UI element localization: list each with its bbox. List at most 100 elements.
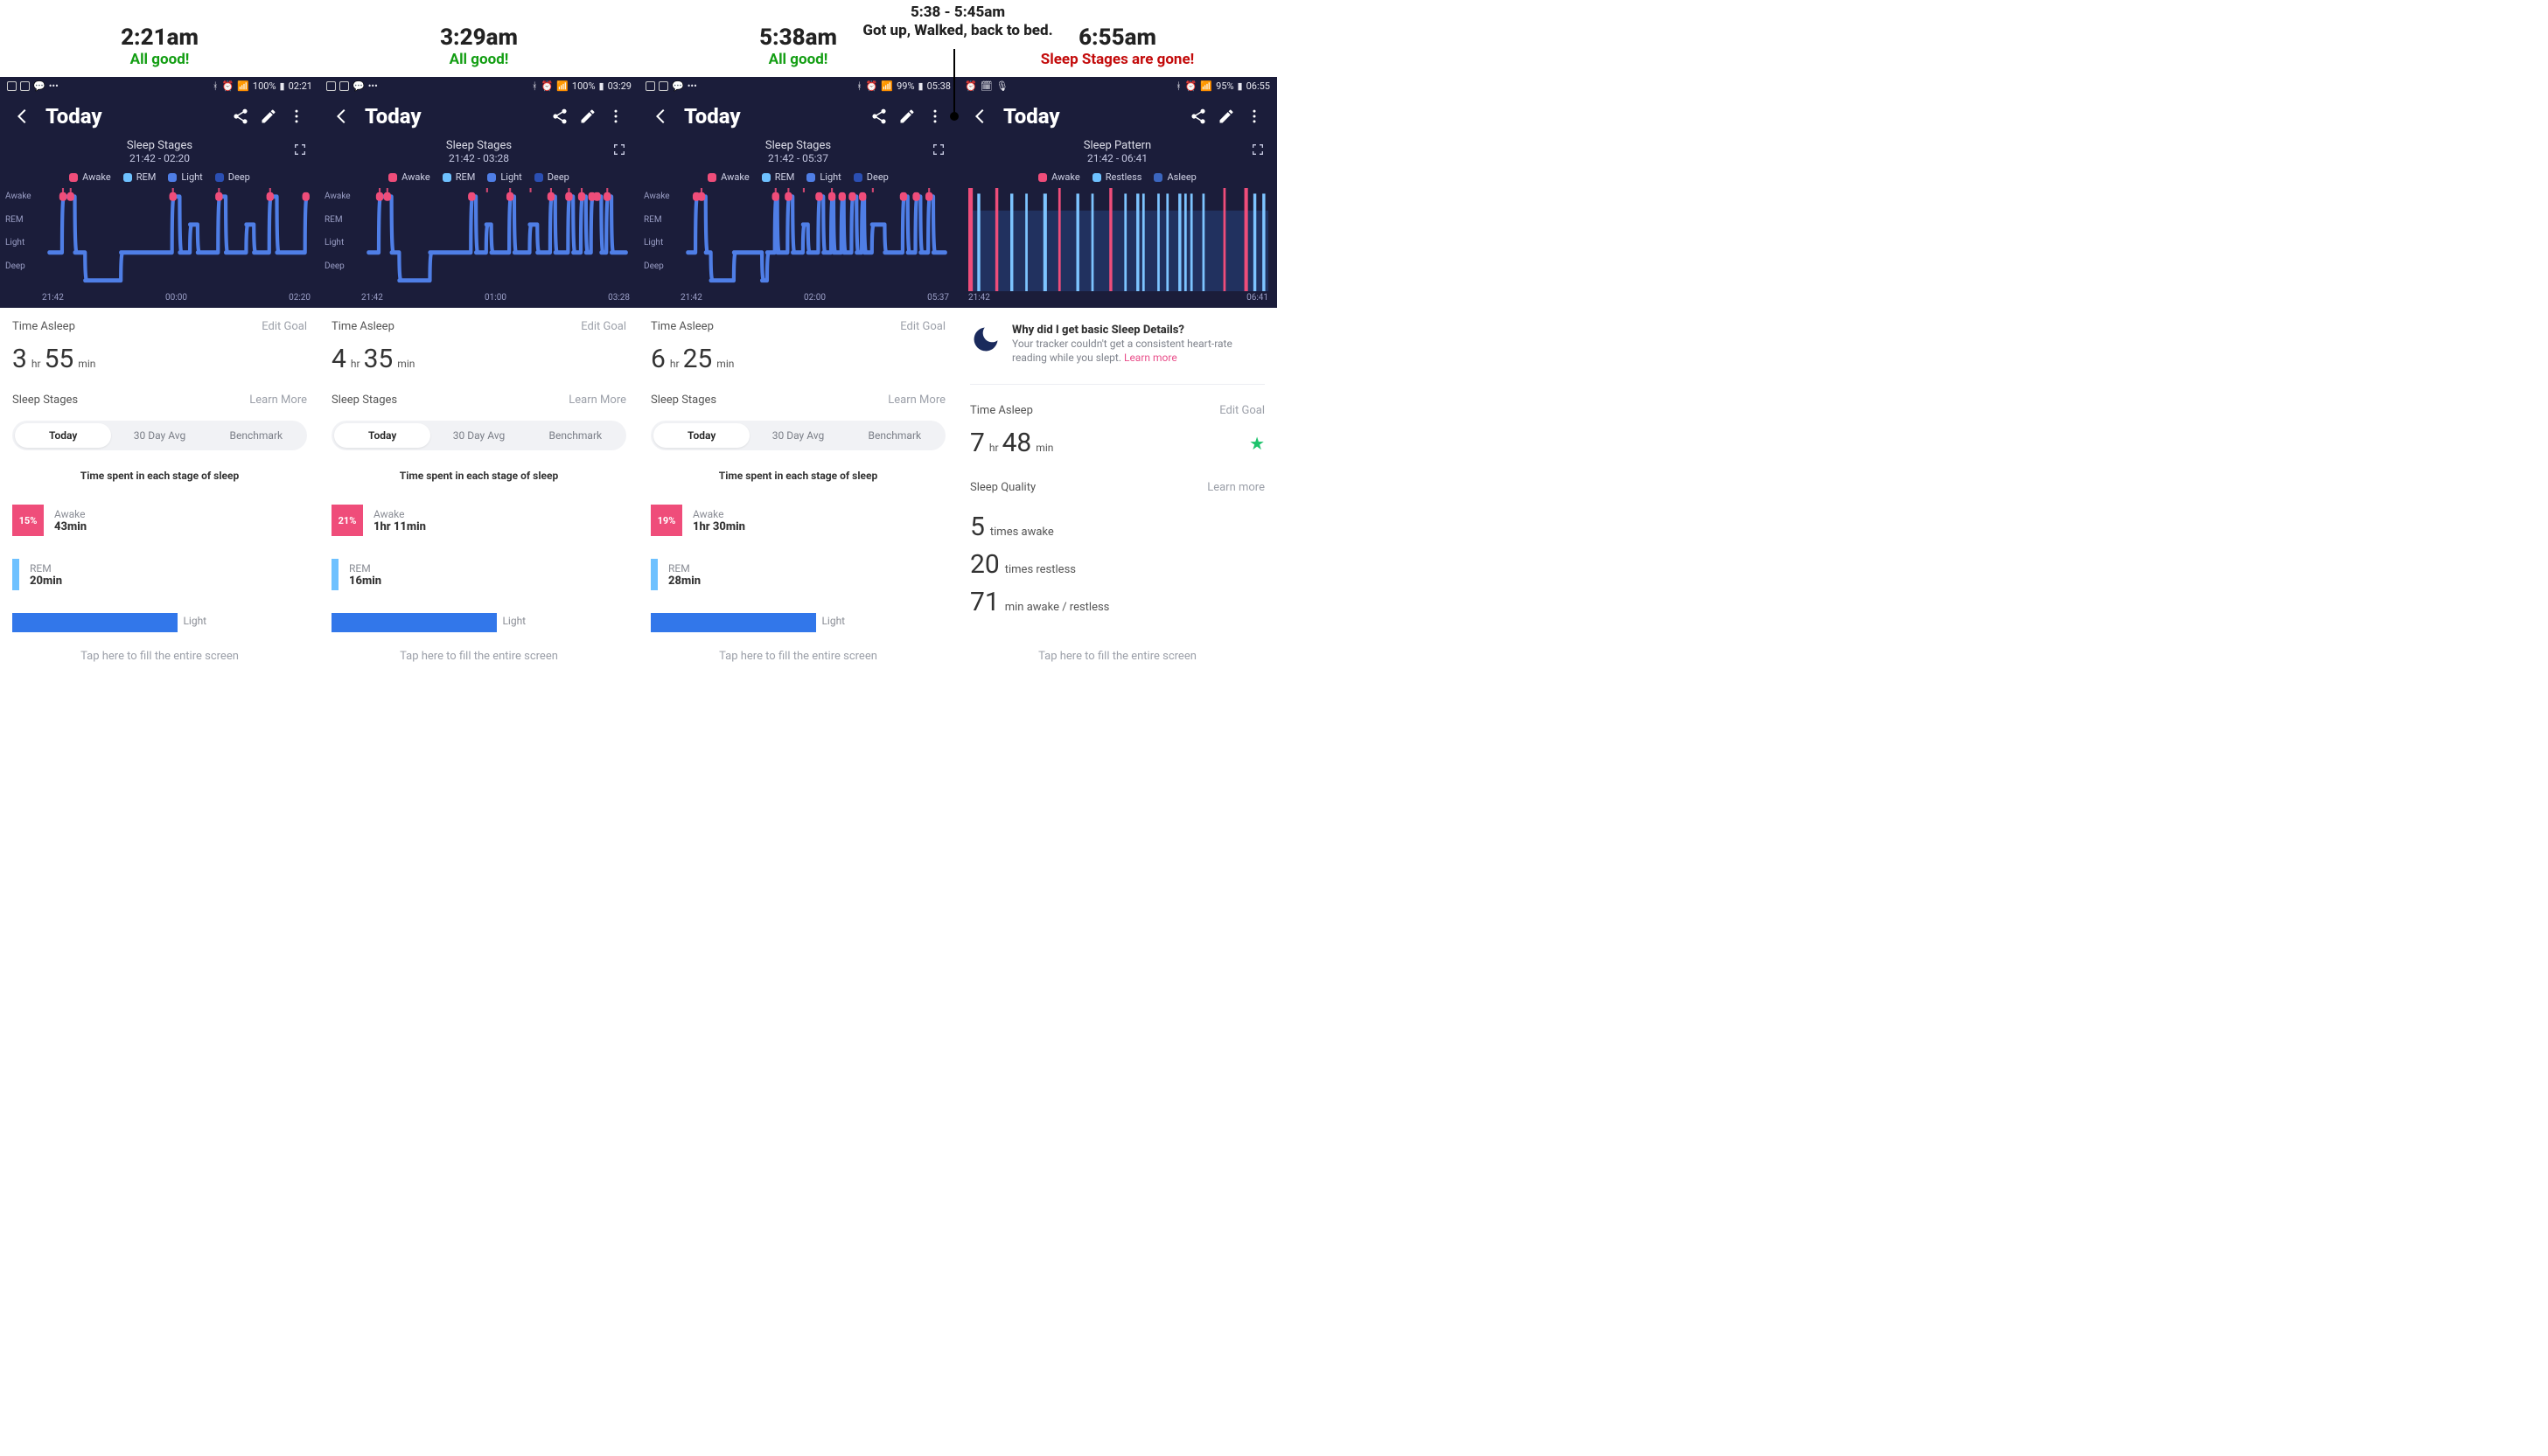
caption-status: Sleep Stages are gone! <box>963 51 1272 68</box>
fill-screen-hint[interactable]: Tap here to fill the entire screen <box>319 644 639 672</box>
overflow-menu-button[interactable] <box>1240 102 1268 130</box>
moon-icon <box>970 324 1002 355</box>
learn-more-link[interactable]: Learn More <box>569 394 626 407</box>
app-bar: Today <box>958 95 1277 136</box>
legend-label: Awake <box>82 171 111 183</box>
time-asleep-value: 7hr 48min <box>970 428 1053 458</box>
phone-screenshot: 💬••• ᚼ ⏰ 📶 100% ▮ 03:29 Today Sleep Stag… <box>319 77 639 672</box>
segment-benchmark[interactable]: Benchmark <box>527 423 624 448</box>
share-button[interactable] <box>865 102 893 130</box>
expand-chart-button[interactable] <box>932 143 946 157</box>
back-button[interactable] <box>647 102 675 130</box>
sleep-stages-label: Sleep Stages <box>651 394 716 407</box>
alarm-icon: ⏰ <box>866 80 878 92</box>
legend-item: Restless <box>1092 171 1142 183</box>
segment-benchmark[interactable]: Benchmark <box>847 423 943 448</box>
sleep-chart[interactable]: AwakeREMLightDeep <box>644 188 953 291</box>
back-button[interactable] <box>9 102 37 130</box>
learn-more-link[interactable]: Learn more <box>1207 481 1265 494</box>
stage-name: Awake <box>693 508 745 520</box>
learn-more-link[interactable]: Learn More <box>888 394 946 407</box>
legend-item: Asleep <box>1154 171 1196 183</box>
quality-minutes: 71min awake / restless <box>970 587 1265 617</box>
chart-title: Sleep Stages <box>0 139 319 152</box>
expand-chart-button[interactable] <box>612 143 626 157</box>
legend-item: REM <box>123 171 157 183</box>
segment-today[interactable]: Today <box>334 423 430 448</box>
time-asleep-value: 3hr 55min <box>12 344 307 374</box>
fill-screen-hint[interactable]: Tap here to fill the entire screen <box>639 644 958 672</box>
clock: 02:21 <box>289 80 312 92</box>
caption-status: All good! <box>5 51 314 68</box>
chart-range: 21:42 - 03:28 <box>319 152 639 164</box>
back-button[interactable] <box>967 102 995 130</box>
battery-icon: ▮ <box>599 80 604 92</box>
edit-button[interactable] <box>255 102 283 130</box>
phone-screenshot: 💬••• ᚼ ⏰ 📶 99% ▮ 05:38 Today Sleep Stage… <box>639 77 958 672</box>
legend-label: Awake <box>401 171 430 183</box>
legend-label: Deep <box>548 171 569 183</box>
share-button[interactable] <box>227 102 255 130</box>
segmented-control: Today 30 Day Avg Benchmark <box>332 421 626 450</box>
learn-more-link[interactable]: Learn more <box>1124 352 1177 364</box>
expand-chart-button[interactable] <box>1251 143 1265 157</box>
segment-30day[interactable]: 30 Day Avg <box>430 423 527 448</box>
legend-swatch <box>708 173 716 182</box>
legend-label: Light <box>181 171 202 183</box>
share-button[interactable] <box>1184 102 1212 130</box>
segment-30day[interactable]: 30 Day Avg <box>111 423 207 448</box>
battery-pct: 100% <box>572 80 596 92</box>
stage-breakdown-title: Time spent in each stage of sleep <box>651 461 946 482</box>
legend-swatch <box>1092 173 1101 182</box>
segmented-control: Today 30 Day Avg Benchmark <box>12 421 307 450</box>
edit-button[interactable] <box>574 102 602 130</box>
more-icon: ••• <box>49 80 59 92</box>
sleep-chart[interactable]: AwakeREMLightDeep <box>325 188 633 291</box>
chart-title: Sleep Stages <box>639 139 958 152</box>
learn-more-link[interactable]: Learn More <box>249 394 307 407</box>
chart-y-labels: AwakeREMLightDeep <box>325 188 360 277</box>
overflow-menu-button[interactable] <box>602 102 630 130</box>
bluetooth-icon: ᚼ <box>1176 80 1182 92</box>
rem-bar <box>12 559 19 590</box>
awake-pct-badge: 15% <box>12 505 44 536</box>
time-asleep-label: Time Asleep <box>332 320 394 333</box>
legend-swatch <box>388 173 397 182</box>
icon: 🗓 <box>981 80 993 92</box>
share-button[interactable] <box>546 102 574 130</box>
expand-chart-button[interactable] <box>293 143 307 157</box>
edit-goal-link[interactable]: Edit Goal <box>900 320 946 333</box>
caption-status: All good! <box>325 51 633 68</box>
callout-dot <box>950 112 959 121</box>
segment-today[interactable]: Today <box>653 423 750 448</box>
sleep-chart[interactable] <box>963 188 1272 291</box>
legend-swatch <box>69 173 78 182</box>
legend-swatch <box>487 173 496 182</box>
edit-button[interactable] <box>893 102 921 130</box>
chart-legend: AwakeRestlessAsleep <box>958 164 1277 186</box>
caption-status: All good! <box>644 51 953 68</box>
overflow-menu-button[interactable] <box>921 102 949 130</box>
legend-swatch <box>123 173 132 182</box>
info-description: Your tracker couldn't get a consistent h… <box>1012 337 1265 365</box>
fill-screen-hint[interactable]: Tap here to fill the entire screen <box>0 644 319 672</box>
chart-x-axis: 21:4201:0003:28 <box>319 291 639 308</box>
sleep-chart[interactable]: AwakeREMLightDeep <box>5 188 314 291</box>
edit-goal-link[interactable]: Edit Goal <box>581 320 626 333</box>
basic-sleep-info-card: Why did I get basic Sleep Details? Your … <box>970 320 1265 365</box>
segment-today[interactable]: Today <box>15 423 111 448</box>
legend-item: Awake <box>388 171 430 183</box>
stage-row-rem: REM16min <box>332 559 626 590</box>
segment-30day[interactable]: 30 Day Avg <box>750 423 846 448</box>
overflow-menu-button[interactable] <box>283 102 311 130</box>
alarm-icon: ⏰ <box>541 80 554 92</box>
edit-goal-link[interactable]: Edit Goal <box>262 320 307 333</box>
time-asleep-label: Time Asleep <box>651 320 714 333</box>
edit-goal-link[interactable]: Edit Goal <box>1219 404 1265 417</box>
phone-screenshot: 💬••• ᚼ ⏰ 📶 100% ▮ 02:21 Today Sleep Stag… <box>0 77 319 672</box>
edit-button[interactable] <box>1212 102 1240 130</box>
battery-icon: ▮ <box>1238 80 1243 92</box>
back-button[interactable] <box>328 102 356 130</box>
fill-screen-hint[interactable]: Tap here to fill the entire screen <box>958 644 1277 672</box>
segment-benchmark[interactable]: Benchmark <box>208 423 304 448</box>
